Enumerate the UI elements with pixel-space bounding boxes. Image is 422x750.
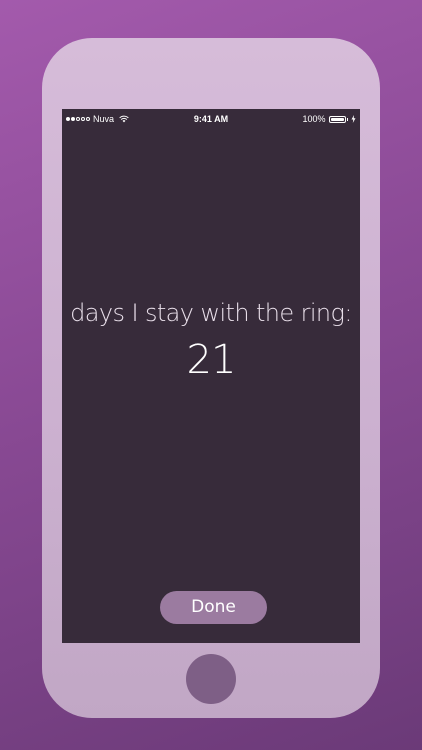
phone-screen: Nuva 9:41 AM 100% days I stay with the r… — [62, 109, 360, 643]
home-button[interactable] — [186, 654, 236, 704]
battery-icon — [328, 115, 346, 123]
done-button[interactable]: Done — [160, 591, 267, 624]
days-label: days I stay with the ring: — [70, 299, 352, 327]
status-bar: Nuva 9:41 AM 100% — [62, 109, 360, 129]
days-count: 21 — [186, 337, 237, 383]
battery-percent: 100% — [302, 114, 326, 124]
status-bar-right: 100% — [302, 114, 356, 124]
charging-bolt-icon — [351, 115, 356, 123]
